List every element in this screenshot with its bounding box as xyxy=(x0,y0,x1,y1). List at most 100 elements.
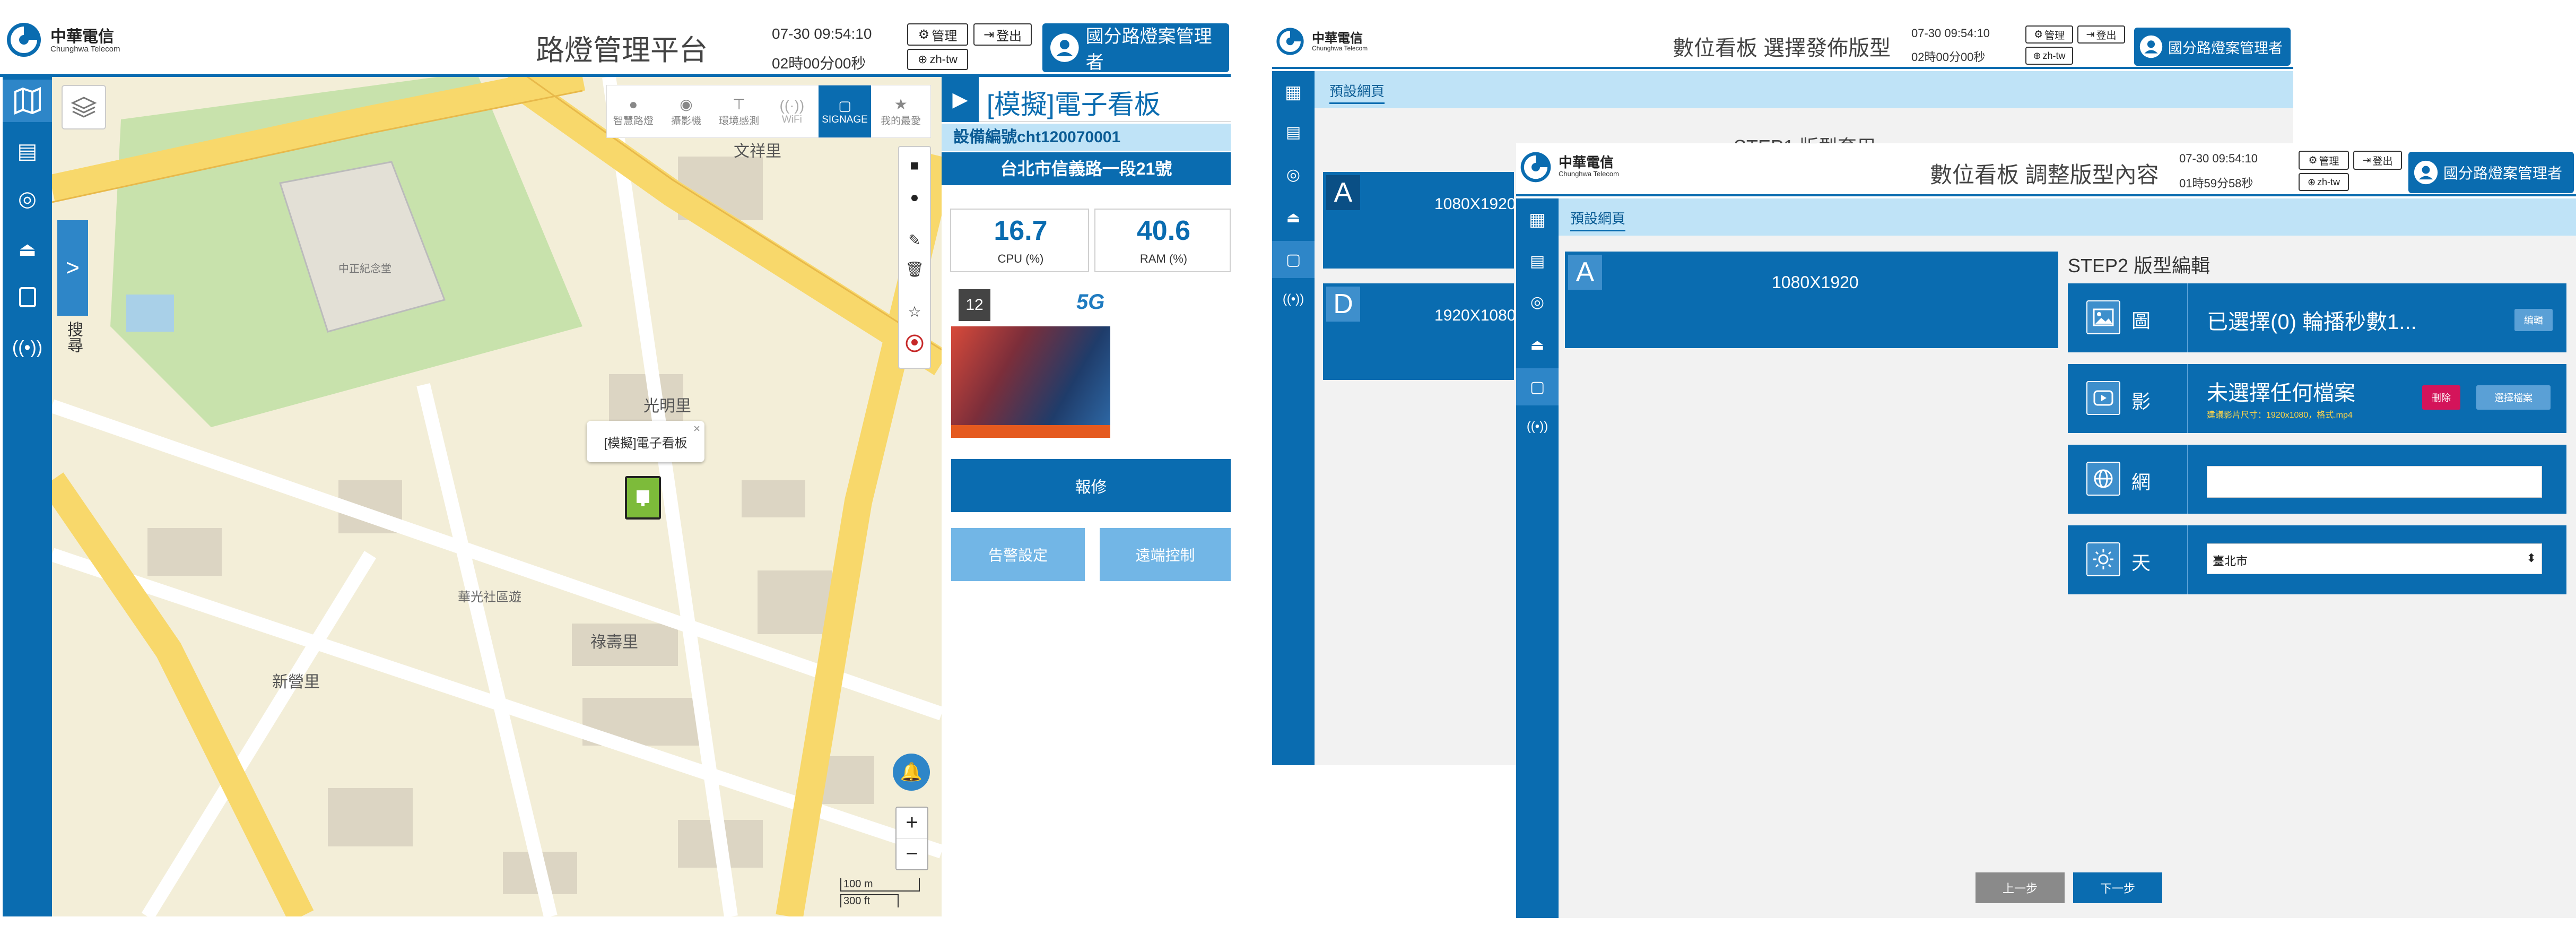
edit-icon[interactable]: ✎ xyxy=(899,227,930,253)
alert-settings-button[interactable]: 告警設定 xyxy=(951,528,1085,581)
search-drawer-toggle[interactable]: > xyxy=(57,220,88,316)
wireless-icon[interactable]: ((•)) xyxy=(3,326,52,369)
next-step-button[interactable]: 下一步 xyxy=(2073,872,2162,903)
video-row: 影 未選擇任何檔案 建議影片尺寸：1920x1080，格式.mp4 刪除 選擇檔… xyxy=(2068,364,2566,433)
preview-tag: 5G xyxy=(1076,290,1105,314)
row-label: 天 xyxy=(2131,552,2151,574)
panel-collapse-button[interactable]: ▶ xyxy=(942,77,979,122)
brand-name-en: Chunghwa Telecom xyxy=(1559,170,1619,178)
layer-favorite[interactable]: ★ 我的最愛 xyxy=(871,85,930,137)
manage-button[interactable]: ⚙ 管理 xyxy=(2299,151,2349,170)
draw-square-icon[interactable]: ■ xyxy=(899,152,930,179)
layer-wifi[interactable]: ((·)) WiFi xyxy=(765,85,819,137)
dashboard-icon[interactable]: ◎ xyxy=(1516,286,1559,318)
camera-icon[interactable]: ⏏ xyxy=(3,228,52,271)
device-list-icon[interactable]: ▤ xyxy=(3,130,52,172)
layout-letter: A xyxy=(1326,175,1360,210)
user-menu-button[interactable]: 國分路燈案管理者 xyxy=(2408,152,2574,193)
sensor-icon: ⊤ xyxy=(732,96,746,113)
chevron-right-icon: > xyxy=(66,255,80,281)
map-view[interactable]: 文祥里 光明里 祿壽里 新營里 華光社區遊 中正紀念堂 > 搜尋 ● 智慧路燈 … xyxy=(52,77,942,916)
tab-default-page[interactable]: 預設網頁 xyxy=(1570,208,1626,231)
globe-icon xyxy=(2086,462,2120,496)
dashboard-icon[interactable]: ◎ xyxy=(1272,159,1315,191)
device-list-icon[interactable]: ▤ xyxy=(1516,245,1559,277)
wireless-icon[interactable]: ((•)) xyxy=(1272,283,1315,315)
signage-icon[interactable] xyxy=(3,276,52,318)
left-sidebar: ▤ ◎ ⏏ ((•)) xyxy=(3,77,52,916)
manage-button[interactable]: ⚙ 管理 xyxy=(907,23,968,46)
weather-icon xyxy=(2086,542,2120,576)
signage-icon[interactable]: ▢ xyxy=(1272,241,1315,278)
logout-button[interactable]: ⇥ 登出 xyxy=(973,23,1032,46)
step-title: STEP2 版型編輯 xyxy=(2068,255,2211,276)
globe-icon: ⊕ xyxy=(918,53,928,66)
row-divider xyxy=(2187,525,2188,594)
layout-card-a[interactable]: A 1080X1920 xyxy=(1323,172,1516,269)
city-select[interactable]: 臺北市 ⬍ xyxy=(2207,543,2542,574)
locate-icon[interactable] xyxy=(899,330,930,357)
session-countdown: 01時59分58秒 xyxy=(2179,177,2253,190)
favorite-icon[interactable]: ☆ xyxy=(899,298,930,325)
draw-circle-icon[interactable]: ● xyxy=(899,184,930,211)
map-label: 中正紀念堂 xyxy=(338,263,391,275)
dashboard-icon[interactable]: ◎ xyxy=(3,178,52,220)
search-tab-label[interactable]: 搜尋 xyxy=(62,321,85,353)
layer-sensor[interactable]: ⊤ 環境感測 xyxy=(712,85,765,137)
layer-streetlight[interactable]: ● 智慧路燈 xyxy=(607,85,660,137)
selected-layout-card[interactable]: A 1080X1920 xyxy=(1565,252,2058,348)
user-icon xyxy=(2139,35,2163,58)
left-header: 中華電信 Chunghwa Telecom 路燈管理平台 07-30 09:54… xyxy=(0,0,1231,77)
delete-button[interactable]: 刪除 xyxy=(2422,385,2460,410)
zoom-in-button[interactable]: + xyxy=(897,808,927,838)
front-content: A 1080X1920 STEP2 版型編輯 圖 已選擇(0) 輪播秒數1...… xyxy=(1559,236,2576,918)
brand-name-zh: 中華電信 xyxy=(1559,154,1614,170)
tab-default-page[interactable]: 預設網頁 xyxy=(1329,81,1385,104)
scale-meters: 100 m xyxy=(840,878,920,892)
brand-name-zh: 中華電信 xyxy=(50,28,114,46)
map-icon[interactable]: ▦ xyxy=(1516,204,1559,236)
user-menu-button[interactable]: 國分路燈案管理者 xyxy=(1042,23,1229,73)
choose-file-button[interactable]: 選擇檔案 xyxy=(2476,385,2551,410)
front-sidebar: ▦ ▤ ◎ ⏏ ▢ ((•)) xyxy=(1516,198,1559,918)
repair-button[interactable]: 報修 xyxy=(951,459,1231,512)
map-icon[interactable] xyxy=(3,80,52,122)
device-list-icon[interactable]: ▤ xyxy=(1272,116,1315,148)
notification-button[interactable]: 🔔 xyxy=(893,754,930,791)
image-row: 圖 已選擇(0) 輪播秒數1... 編輯 xyxy=(2068,283,2566,352)
layer-camera[interactable]: ◉ 攝影機 xyxy=(660,85,713,137)
preview-image xyxy=(951,326,1110,432)
wireless-icon[interactable]: ((•)) xyxy=(1516,411,1559,443)
layout-card-d[interactable]: D 1920X1080 xyxy=(1323,283,1516,380)
video-icon xyxy=(2086,381,2120,415)
signage-marker[interactable] xyxy=(625,476,661,520)
left-app: 中華電信 Chunghwa Telecom 路燈管理平台 07-30 09:54… xyxy=(0,0,1231,943)
preview-badge: 12 xyxy=(959,289,990,321)
language-button[interactable]: ⊕ zh-tw xyxy=(907,49,968,70)
remote-control-button[interactable]: 遠端控制 xyxy=(1100,528,1231,581)
prev-step-button[interactable]: 上一步 xyxy=(1975,872,2065,903)
logout-button[interactable]: ⇥ 登出 xyxy=(2353,151,2402,170)
camera-icon[interactable]: ⏏ xyxy=(1272,201,1315,233)
brand-logo[interactable]: 中華電信 Chunghwa Telecom xyxy=(5,21,127,64)
layer-signage[interactable]: ▢ SIGNAGE xyxy=(818,85,872,137)
language-button[interactable]: ⊕ zh-tw xyxy=(2025,47,2073,65)
user-menu-button[interactable]: 國分路燈案管理者 xyxy=(2134,28,2291,66)
manage-button[interactable]: ⚙ 管理 xyxy=(2025,25,2073,44)
signage-icon[interactable]: ▢ xyxy=(1516,368,1559,405)
layer-toolbar: ● 智慧路燈 ◉ 攝影機 ⊤ 環境感測 ((·)) WiFi ▢ SIGNAGE… xyxy=(606,85,931,138)
trash-icon[interactable]: 🗑 xyxy=(899,256,930,282)
caret-right-icon: ▶ xyxy=(952,89,968,111)
close-icon[interactable]: × xyxy=(693,422,700,436)
language-button[interactable]: ⊕ zh-tw xyxy=(2299,173,2349,191)
web-url-input[interactable] xyxy=(2207,466,2542,498)
camera-icon[interactable]: ⏏ xyxy=(1516,328,1559,360)
logout-button[interactable]: ⇥ 登出 xyxy=(2077,25,2125,44)
zoom-out-button[interactable]: − xyxy=(897,838,927,869)
layer-switch-button[interactable] xyxy=(62,85,106,129)
cpu-value: 16.7 xyxy=(994,215,1048,246)
map-icon[interactable]: ▦ xyxy=(1272,76,1315,108)
signage-preview[interactable]: 12 5G xyxy=(951,279,1110,438)
brand-name-zh: 中華電信 xyxy=(1312,31,1363,46)
edit-button[interactable]: 編輯 xyxy=(2514,309,2553,331)
